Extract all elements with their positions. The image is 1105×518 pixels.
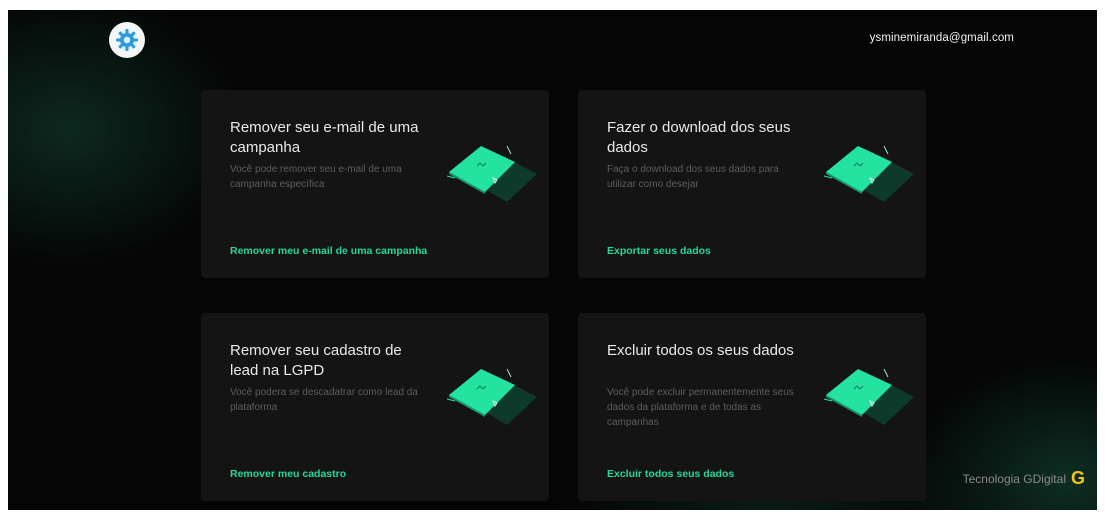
export-data-link[interactable]: Exportar seus dados: [607, 245, 711, 257]
remove-registration-link[interactable]: Remover meu cadastro: [230, 468, 346, 480]
document-illustration: [823, 145, 914, 202]
app-frame: ysminemiranda@gmail.com Remover seu e-ma…: [8, 10, 1097, 510]
card-title: Fazer o download dos seus dados: [607, 119, 791, 156]
card-description: Faça o download dos seus dados para util…: [607, 164, 779, 190]
card-title: Excluir todos os seus dados: [607, 342, 794, 359]
card-delete-all-data: Excluir todos os seus dados Você pode ex…: [578, 313, 926, 501]
remove-email-link[interactable]: Remover meu e-mail de uma campanha: [230, 245, 427, 257]
brand-footer: Tecnologia GDigital G: [963, 468, 1085, 489]
card-download-data: Fazer o download dos seus dados Faça o d…: [578, 90, 926, 278]
logo[interactable]: [109, 22, 145, 58]
user-email[interactable]: ysminemiranda@gmail.com: [870, 32, 1014, 44]
card-description: Você pode excluir permanentemente seus d…: [607, 387, 794, 428]
document-illustration: [446, 145, 537, 202]
gear-icon: [116, 29, 138, 51]
document-illustration: [823, 368, 914, 425]
brand-text: Tecnologia GDigital: [962, 471, 1066, 486]
card-title: Remover seu e-mail de uma campanha: [230, 119, 419, 156]
card-remove-lead: Remover seu cadastro de lead na LGPD Voc…: [201, 313, 549, 501]
card-description: Você podera se descadatrar como lead da …: [230, 387, 418, 413]
document-illustration: [446, 368, 537, 425]
card-remove-email: Remover seu e-mail de uma campanha Você …: [201, 90, 549, 278]
brand-g-logo: G: [1070, 468, 1085, 488]
card-title: Remover seu cadastro de lead na LGPD: [230, 342, 402, 379]
delete-all-data-link[interactable]: Excluir todos seus dados: [607, 468, 734, 480]
card-description: Você pode remover seu e-mail de uma camp…: [230, 164, 402, 190]
